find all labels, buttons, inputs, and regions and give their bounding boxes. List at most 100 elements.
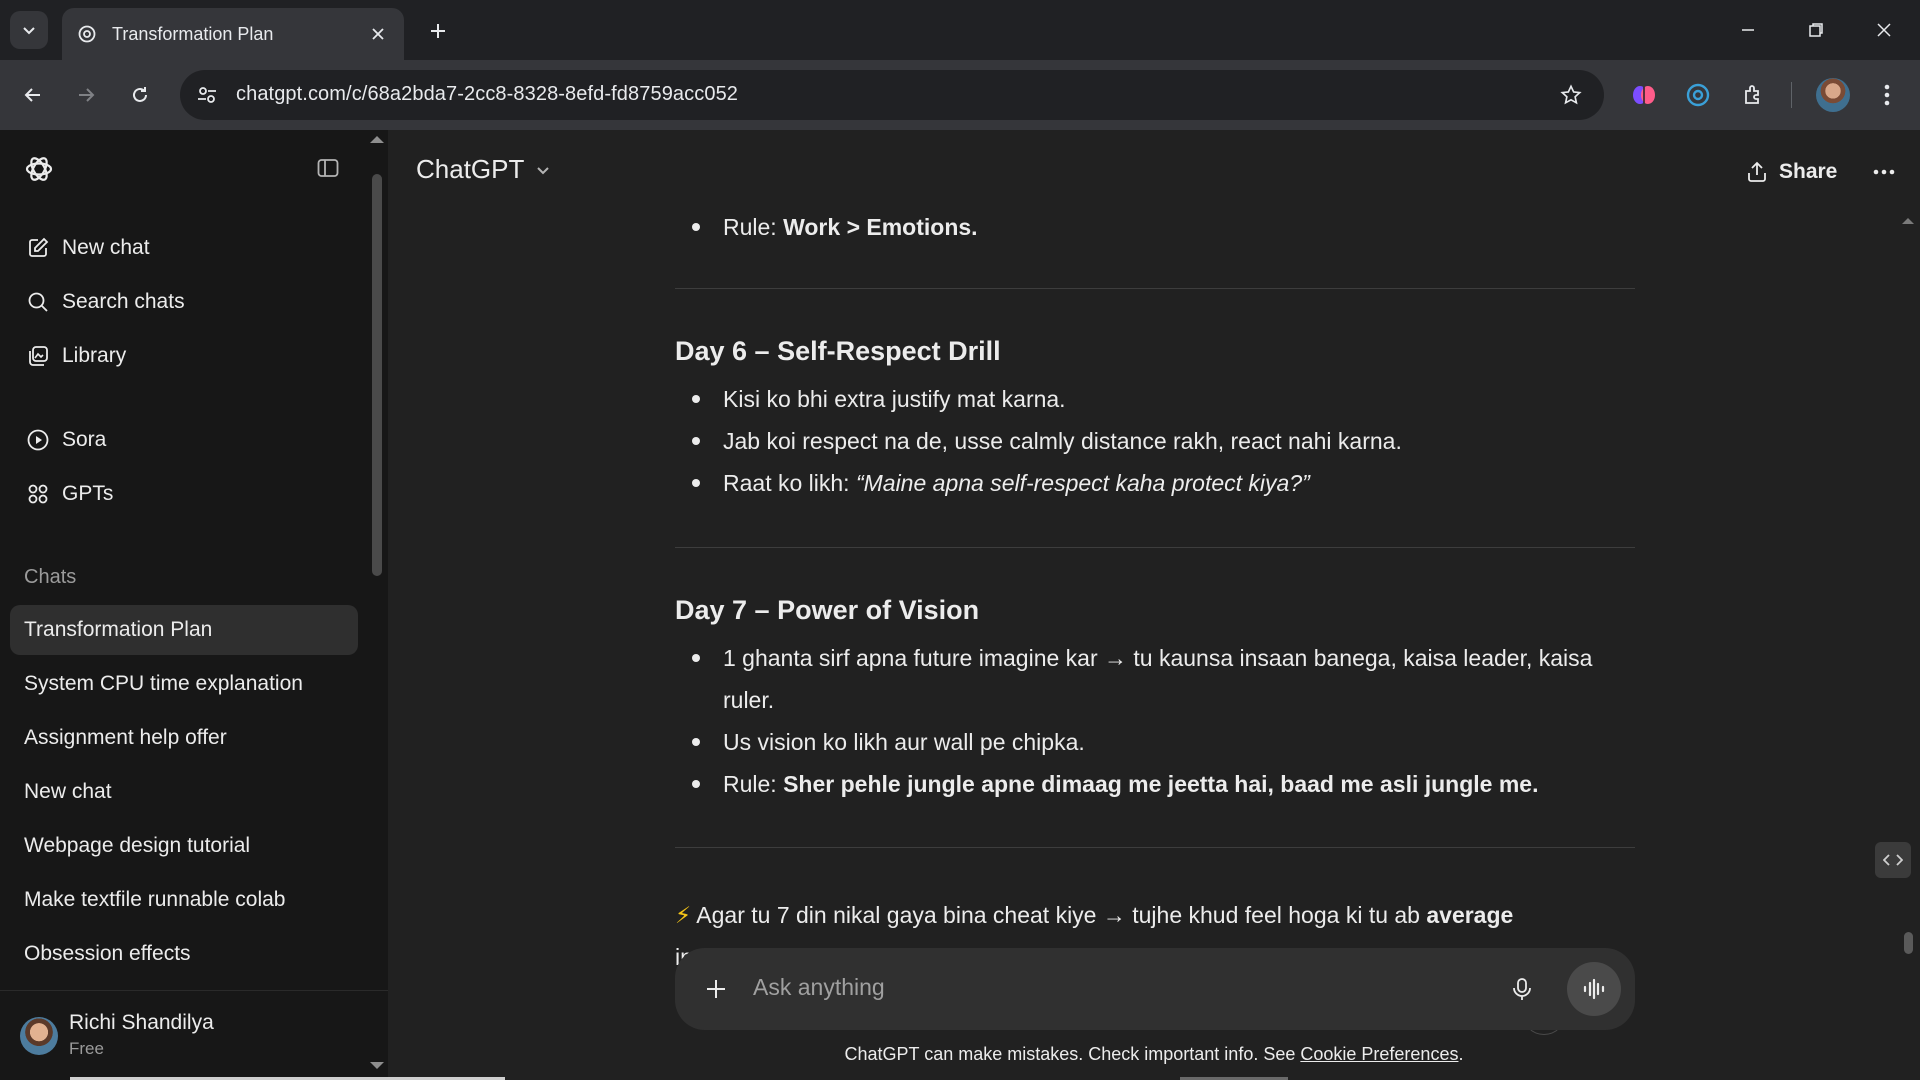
- sidebar-item-library[interactable]: Library: [10, 332, 358, 380]
- cookie-preferences-link[interactable]: Cookie Preferences: [1300, 1044, 1458, 1064]
- composer: Ask anything: [675, 948, 1635, 1030]
- sidebar-scrollbar-thumb[interactable]: [372, 174, 382, 576]
- chevron-down-icon: [23, 27, 35, 35]
- sidebar-item-search-chats[interactable]: Search chats: [10, 278, 358, 326]
- waveform-icon: [1583, 978, 1605, 1000]
- grid-icon: [24, 480, 52, 508]
- minimize-button[interactable]: [1714, 0, 1782, 60]
- restore-icon: [1809, 23, 1823, 37]
- main-panel: ChatGPT Share Rule: Work > Emotions. Day…: [388, 130, 1920, 1080]
- bullet-text: Kisi ko bhi extra justify mat karna.: [723, 386, 1066, 412]
- chevron-down-icon: [534, 161, 552, 179]
- address-bar[interactable]: chatgpt.com/c/68a2bda7-2cc8-8328-8efd-fd…: [180, 70, 1604, 120]
- sidebar-item-label: Sora: [62, 428, 107, 451]
- sidebar-item-new-chat[interactable]: New chat: [10, 224, 358, 272]
- plus-icon: [431, 24, 445, 38]
- openai-favicon-icon: [76, 23, 98, 45]
- dictate-button[interactable]: [1503, 970, 1541, 1008]
- tab-close-icon[interactable]: [366, 22, 390, 46]
- user-name: Richi Shandilya: [69, 1011, 214, 1034]
- bullet-text: Rule: Sher pehle jungle apne dimaag me j…: [723, 771, 1539, 797]
- bullet-text: Rule: Work > Emotions.: [723, 214, 978, 240]
- user-profile-menu[interactable]: Richi Shandilya Free: [0, 990, 388, 1080]
- chat-item[interactable]: New chat: [10, 767, 358, 817]
- more-options-button[interactable]: [1866, 154, 1902, 190]
- search-icon: [24, 288, 52, 316]
- edit-icon: [24, 234, 52, 262]
- reload-icon: [133, 87, 147, 102]
- sidebar-item-sora[interactable]: Sora: [10, 416, 358, 464]
- model-name: ChatGPT: [416, 154, 525, 184]
- chat-item[interactable]: Webpage design tutorial: [10, 821, 358, 871]
- sidebar-item-label: Library: [62, 344, 127, 367]
- extension-openai-icon[interactable]: [1681, 78, 1715, 112]
- browser-tab-bar: Transformation Plan: [0, 0, 1920, 60]
- bullet-dot: [692, 437, 700, 445]
- chat-item[interactable]: Obsession effects: [10, 929, 358, 979]
- bookmark-star-icon[interactable]: [1558, 82, 1584, 108]
- bullet-text: Raat ko likh: “Maine apna self-respect k…: [723, 470, 1310, 496]
- sidebar-toggle-button[interactable]: [312, 152, 344, 184]
- library-icon: [24, 342, 52, 370]
- sidebar-item-label: GPTs: [62, 482, 114, 505]
- back-button[interactable]: [14, 76, 52, 114]
- bullet-text: Jab koi respect na de, usse calmly dista…: [723, 428, 1402, 454]
- sidebar-scroll-up-arrow[interactable]: [370, 136, 384, 143]
- bullet-dot: [692, 395, 700, 403]
- divider: [675, 847, 1635, 848]
- sidebar-item-gpts[interactable]: GPTs: [10, 470, 358, 518]
- browser-menu-icon[interactable]: [1870, 78, 1904, 112]
- extensions-puzzle-icon[interactable]: [1737, 78, 1771, 112]
- main-scrollbar-thumb[interactable]: [1904, 932, 1913, 954]
- microphone-icon: [1513, 978, 1531, 1000]
- model-selector[interactable]: ChatGPT: [416, 154, 552, 185]
- ellipsis-icon: [1873, 169, 1895, 175]
- day7-heading: Day 7 – Power of Vision: [675, 595, 980, 625]
- divider: [675, 288, 1635, 289]
- arrow-left-icon: [24, 88, 40, 102]
- bullet-dot: [692, 654, 700, 662]
- day6-heading: Day 6 – Self-Respect Drill: [675, 336, 1001, 366]
- attach-button[interactable]: [697, 970, 735, 1008]
- share-icon: [1743, 158, 1771, 186]
- openai-logo-icon[interactable]: [20, 150, 58, 188]
- sidebar-toggle-icon: [317, 159, 339, 177]
- user-plan: Free: [69, 1039, 104, 1058]
- chat-item[interactable]: Transformation Plan: [10, 605, 358, 655]
- reload-button[interactable]: [121, 76, 159, 114]
- code-icon: [1883, 854, 1903, 866]
- browser-toolbar: chatgpt.com/c/68a2bda7-2cc8-8328-8efd-fd…: [0, 60, 1920, 130]
- tab-search-button[interactable]: [10, 11, 48, 49]
- extension-brain-icon[interactable]: [1627, 78, 1661, 112]
- voice-mode-button[interactable]: [1567, 962, 1621, 1016]
- tab-title: Transformation Plan: [112, 23, 274, 44]
- toolbar-divider: [1791, 82, 1792, 108]
- url-text[interactable]: chatgpt.com/c/68a2bda7-2cc8-8328-8efd-fd…: [236, 83, 738, 106]
- sidebar: New chat Search chats Library Sora GPTs …: [0, 130, 388, 1080]
- bullet-text: 1 ghanta sirf apna future imagine kar → …: [723, 645, 1593, 713]
- code-canvas-button[interactable]: [1875, 842, 1911, 878]
- disclaimer-text: ChatGPT can make mistakes. Check importa…: [844, 1044, 1464, 1064]
- new-tab-button[interactable]: [421, 14, 455, 48]
- close-window-button[interactable]: [1850, 0, 1918, 60]
- restore-button[interactable]: [1782, 0, 1850, 60]
- browser-tab-active[interactable]: Transformation Plan: [62, 8, 404, 60]
- arrow-right-icon: [79, 88, 95, 102]
- chat-header: ChatGPT Share: [388, 130, 1920, 210]
- bullet-text: Us vision ko likh aur wall pe chipka.: [723, 729, 1085, 755]
- forward-button[interactable]: [67, 76, 105, 114]
- avatar: [20, 1017, 58, 1055]
- chat-item[interactable]: Make textfile runnable colab: [10, 875, 358, 925]
- browser-profile-avatar[interactable]: [1816, 78, 1850, 112]
- chat-item[interactable]: System CPU time explanation: [10, 659, 358, 709]
- bullet-dot: [692, 738, 700, 746]
- close-icon: [1877, 23, 1891, 37]
- sidebar-item-label: Search chats: [62, 290, 185, 313]
- plus-icon: [707, 980, 725, 998]
- chat-item[interactable]: Assignment help offer: [10, 713, 358, 763]
- share-button[interactable]: Share: [1743, 152, 1837, 192]
- prompt-input[interactable]: Ask anything: [753, 974, 885, 1001]
- bullet-dot: [692, 479, 700, 487]
- main-scroll-up-arrow[interactable]: [1902, 218, 1914, 224]
- site-info-icon[interactable]: [194, 82, 220, 108]
